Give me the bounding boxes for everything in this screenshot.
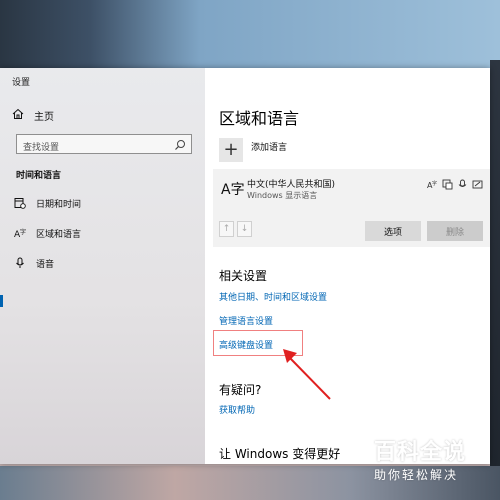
nav-home-item[interactable]: 主页 [12,108,54,123]
annotation-arrow-icon [283,349,331,400]
sidebar-item-label: 语音 [36,259,55,270]
link-other-date-time-region[interactable]: 其他日期、时间和区域设置 [219,290,327,303]
microphone-icon [14,257,26,269]
move-up-button[interactable]: ↑ [219,221,234,237]
plus-icon: + [219,138,243,162]
link-manage-language-settings[interactable]: 管理语言设置 [219,314,273,327]
link-get-help[interactable]: 获取帮助 [219,403,255,416]
search-icon[interactable] [173,137,187,151]
active-indicator [0,295,3,307]
nav-section-heading: 时间和语言 [16,171,62,181]
sidebar-item-date-time[interactable]: 日期和时间 [14,194,81,212]
remove-button[interactable]: 删除 [427,221,483,241]
language-feature-icons: A字 [427,175,483,190]
page-title: 区域和语言 [219,109,300,128]
language-subtitle: Windows 显示语言 [247,191,318,200]
sidebar-item-label: 区域和语言 [36,229,82,240]
nav-pane: 主页 时间和语言 日期和时间 A字 区域和语言 语音 [0,68,205,464]
home-icon [12,108,24,123]
question-heading: 有疑问? [219,383,262,397]
handwriting-icon [472,175,483,189]
calendar-clock-icon [14,197,26,209]
desktop-background-top [0,0,500,68]
window-title: 设置 [12,78,31,88]
improve-windows-heading: 让 Windows 变得更好 [219,447,341,461]
svg-text:字: 字 [20,228,26,236]
add-language-label: 添加语言 [251,143,288,153]
display-language-icon: A字 [427,175,438,190]
link-advanced-keyboard-settings[interactable]: 高级键盘设置 [219,338,273,351]
svg-text:字: 字 [432,180,437,187]
sidebar-item-label: 日期和时间 [36,199,82,210]
move-down-button[interactable]: ↓ [237,221,252,237]
sidebar-item-region-language[interactable]: A字 区域和语言 [14,224,81,242]
language-glyph-icon: A字 [221,182,245,198]
language-name: 中文(中华人民共和国) [247,180,336,190]
speech-recognition-icon [457,175,468,187]
add-language-button[interactable]: + 添加语言 [219,138,287,162]
watermark: 百科全说 助你轻松解决 [374,440,466,483]
sidebar-item-speech[interactable]: 语音 [14,254,54,272]
watermark-main: 百科全说 [374,440,467,465]
options-button[interactable]: 选项 [365,221,421,241]
text-to-speech-icon [442,175,453,190]
globe-language-icon: A字 [14,227,26,239]
main-content: 区域和语言 + 添加语言 A字 中文(中华人民共和国) Windows 显示语言… [205,68,490,464]
language-item[interactable]: A字 中文(中华人民共和国) Windows 显示语言 A字 ↑ ↓ 选项 删除 [213,169,490,247]
nav-home-label: 主页 [34,112,54,123]
desktop-background-right [490,60,500,500]
watermark-sub: 助你轻松解决 [374,468,459,482]
search-box[interactable] [16,134,192,157]
related-settings-heading: 相关设置 [219,269,268,283]
settings-window: 主页 时间和语言 日期和时间 A字 区域和语言 语音 [0,68,490,464]
search-input[interactable] [17,139,173,157]
